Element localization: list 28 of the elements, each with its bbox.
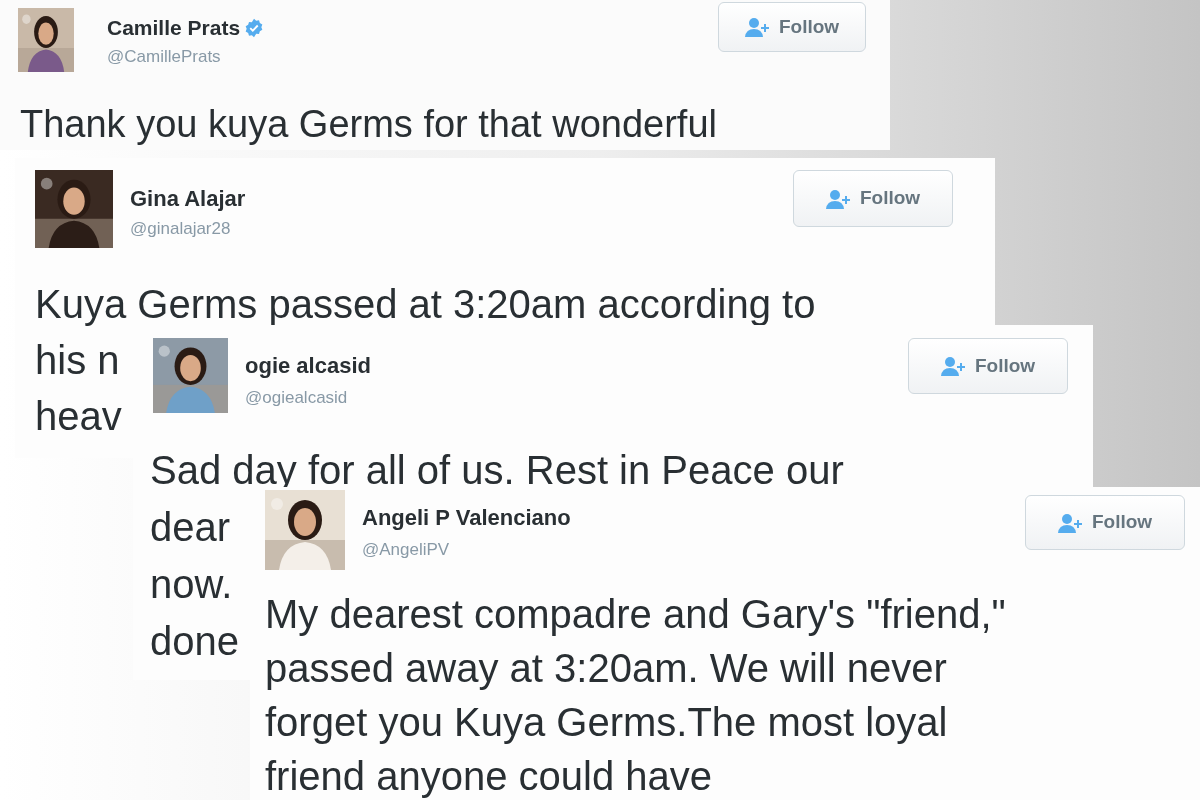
tweet-text-line: heav xyxy=(35,393,122,440)
follow-button[interactable]: Follow xyxy=(908,338,1068,394)
user-handle: @AngeliPV xyxy=(362,539,450,561)
tweet-text-line: now. xyxy=(150,561,233,608)
tweet-text-line: Thank you kuya Germs for that wonderful xyxy=(20,102,717,147)
follow-button[interactable]: Follow xyxy=(793,170,953,227)
user-name: Camille Prats xyxy=(107,15,241,41)
tweet-text-line: My dearest compadre and Gary's "friend," xyxy=(265,591,1006,638)
user-handle: @ginalajar28 xyxy=(130,218,231,240)
tweet-text-line: his n xyxy=(35,337,120,384)
user-name: ogie alcasid xyxy=(245,352,371,380)
tweet-text-line: passed away at 3:20am. We will never xyxy=(265,645,947,692)
tweet-text-line: dear xyxy=(150,504,231,551)
follow-button[interactable]: Follow xyxy=(1025,495,1185,550)
tweet-text-line: Kuya Germs passed at 3:20am according to xyxy=(35,281,816,328)
user-name: Angeli P Valenciano xyxy=(362,504,571,532)
user-handle: @ogiealcasid xyxy=(245,387,348,409)
add-user-icon xyxy=(825,188,852,209)
tweet-text-line: friend anyone could have xyxy=(265,753,712,800)
follow-button[interactable]: Follow xyxy=(718,2,866,52)
user-handle: @CamillePrats xyxy=(107,46,221,68)
tweet-text-line: forget you Kuya Germs.The most loyal xyxy=(265,699,948,746)
tweet-text-line: done xyxy=(150,618,239,665)
add-user-icon xyxy=(940,356,967,376)
user-name: Gina Alajar xyxy=(130,185,246,213)
tweet-text-line: Sad day for all of us. Rest in Peace our xyxy=(150,447,844,494)
add-user-icon xyxy=(744,17,771,37)
add-user-icon xyxy=(1057,512,1084,533)
